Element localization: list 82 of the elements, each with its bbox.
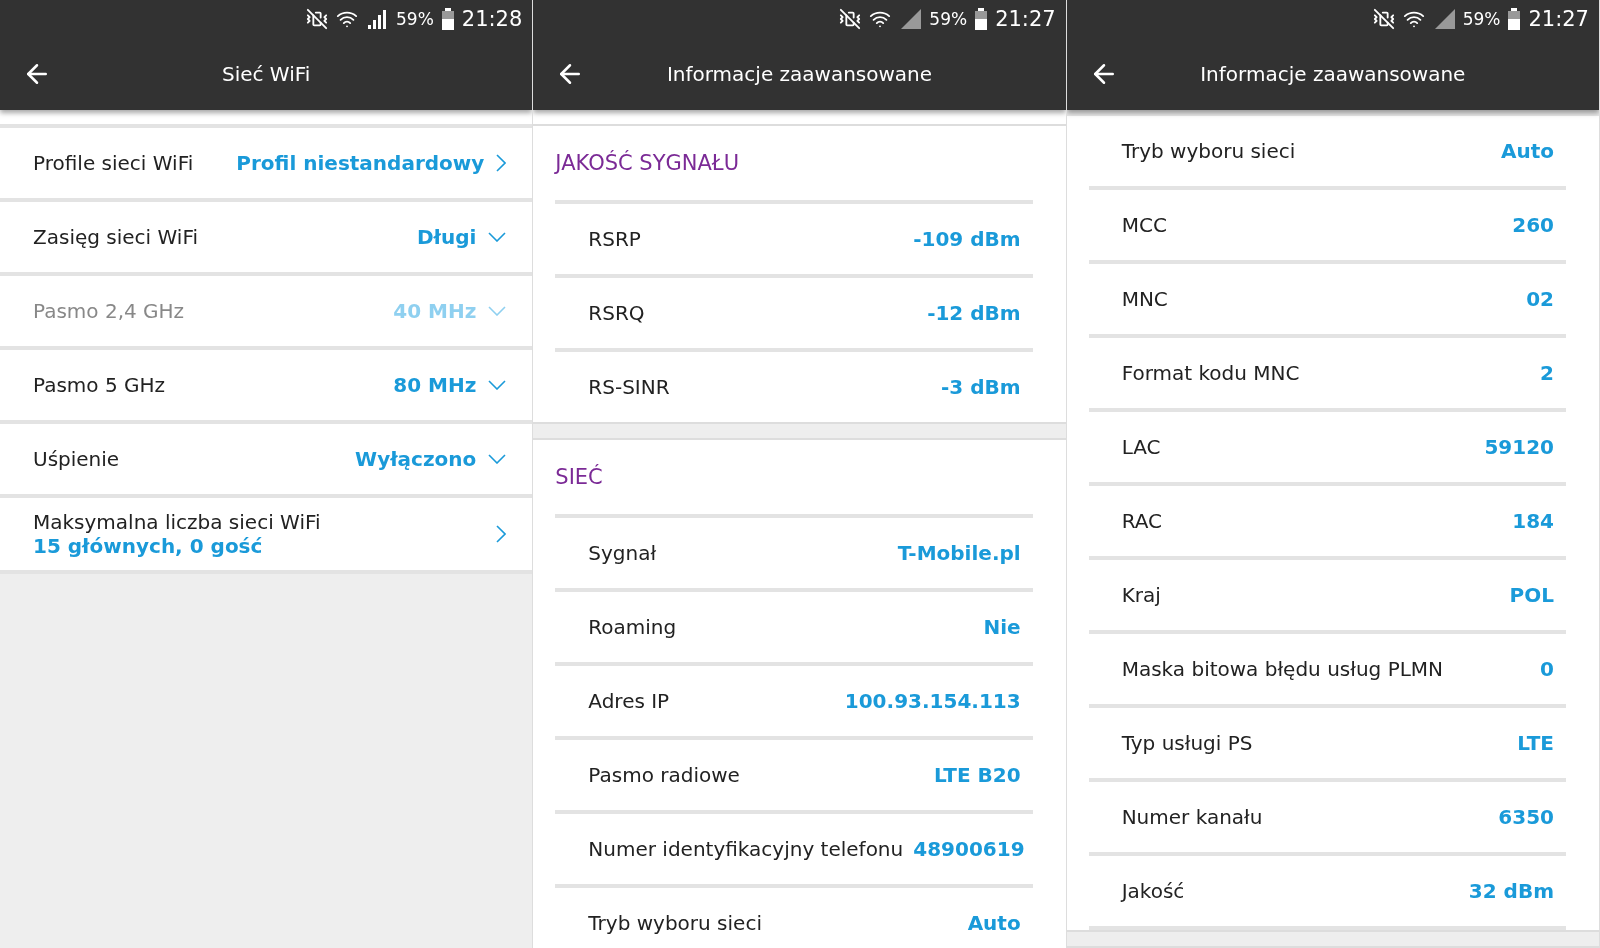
setting-label: Profile sieci WiFi — [33, 151, 195, 175]
info-value: 184 — [1512, 509, 1554, 533]
info-label: RSRP — [588, 227, 642, 251]
info-value: LTE B20 — [933, 763, 1021, 787]
info-label: Maska bitowa błędu usług PLMN — [1121, 657, 1445, 681]
setting-label: Maksymalna liczba sieci WiFi — [33, 510, 322, 534]
info-value: 59120 — [1484, 435, 1554, 459]
info-label: Tryb wyboru sieci — [1121, 139, 1297, 163]
vibrate-off-icon — [1372, 8, 1395, 30]
settings-row[interactable]: Maksymalna liczba sieci WiFi 15 głównych, 0 gość — [0, 498, 533, 574]
battery-percent: 59% — [1462, 9, 1501, 29]
info-value: T-Mobile.pl — [897, 541, 1021, 565]
info-value: 260 — [1512, 213, 1554, 237]
battery-icon — [975, 8, 988, 30]
clock-time: 21:28 — [461, 7, 523, 31]
setting-value: Wyłączono — [355, 447, 477, 471]
section-heading: SIEĆ — [554, 463, 604, 491]
info-value: POL — [1509, 583, 1554, 607]
setting-value: 15 głównych, 0 gość — [33, 534, 264, 558]
settings-row[interactable]: Pasmo 5 GHz 80 MHz — [0, 350, 533, 424]
setting-value: Długi — [416, 225, 477, 249]
info-value: -109 dBm — [913, 227, 1021, 251]
info-label: Format kodu MNC — [1121, 361, 1301, 385]
info-label: Numer kanału — [1121, 805, 1264, 829]
info-label: RAC — [1121, 509, 1164, 533]
info-label: Pasmo radiowe — [588, 763, 741, 787]
info-label: Sygnał — [588, 541, 658, 565]
screen-title: Informacje zaawansowane — [665, 62, 934, 86]
screen-title: Informacje zaawansowane — [1199, 62, 1467, 86]
chevron-down-icon — [488, 454, 507, 464]
info-value: Nie — [983, 615, 1021, 639]
clock-time: 21:27 — [1528, 7, 1589, 31]
settings-row[interactable]: Uśpienie Wyłączono — [0, 424, 533, 498]
battery-percent: 59% — [929, 9, 968, 29]
info-value: 0 — [1540, 657, 1554, 681]
battery-icon — [1508, 8, 1521, 30]
info-value: 100.93.154.113 — [844, 689, 1021, 713]
signal-icon — [899, 9, 922, 29]
info-label: Kraj — [1121, 583, 1162, 607]
info-value: Auto — [1500, 139, 1554, 163]
setting-value: Profil niestandardowy — [236, 151, 485, 175]
info-label: Adres IP — [588, 689, 671, 713]
info-value: 48900619 — [913, 837, 1025, 861]
setting-label: Pasmo 2,4 GHz — [33, 299, 186, 323]
clock-time: 21:27 — [995, 7, 1056, 31]
setting-label: Zasięg sieci WiFi — [33, 225, 199, 249]
chevron-down-icon — [488, 232, 507, 242]
battery-icon — [441, 8, 454, 30]
info-value: -12 dBm — [927, 301, 1021, 325]
info-value: 02 — [1526, 287, 1554, 311]
info-label: Tryb wyboru sieci — [588, 911, 763, 935]
battery-percent: 59% — [396, 9, 434, 29]
info-value: -3 dBm — [941, 375, 1021, 399]
chevron-right-icon — [496, 154, 507, 172]
info-label: Typ usługi PS — [1121, 731, 1254, 755]
setting-label: Uśpienie — [33, 447, 121, 471]
info-value: 6350 — [1498, 805, 1554, 829]
info-value: Auto — [967, 911, 1021, 935]
settings-row[interactable]: Profile sieci WiFi Profil niestandardowy — [0, 128, 533, 202]
chevron-right-icon — [496, 525, 507, 543]
info-value: 32 dBm — [1468, 879, 1554, 903]
setting-value: 80 MHz — [393, 373, 477, 397]
setting-label: Pasmo 5 GHz — [33, 373, 167, 397]
section-heading: JAKOŚĆ SYGNAŁU — [553, 149, 741, 177]
signal-icon — [366, 9, 388, 29]
info-label: MCC — [1121, 213, 1168, 237]
chevron-down-icon — [488, 306, 507, 316]
info-label: MNC — [1121, 287, 1169, 311]
info-label: RS-SINR — [588, 375, 671, 399]
info-value: 2 — [1540, 361, 1554, 385]
setting-value: 40 MHz — [393, 299, 477, 323]
vibrate-off-icon — [306, 8, 328, 30]
vibrate-off-icon — [839, 8, 862, 30]
info-label: Jakość — [1121, 879, 1186, 903]
info-value: LTE — [1517, 731, 1554, 755]
chevron-down-icon — [488, 380, 507, 390]
settings-row[interactable]: Zasięg sieci WiFi Długi — [0, 202, 533, 276]
info-label: Roaming — [588, 615, 678, 639]
info-label: Numer identyfikacyjny telefonu — [588, 837, 904, 861]
screen-title: Sieć WiFi — [220, 62, 312, 86]
info-label: RSRQ — [588, 301, 646, 325]
info-label: LAC — [1121, 435, 1162, 459]
